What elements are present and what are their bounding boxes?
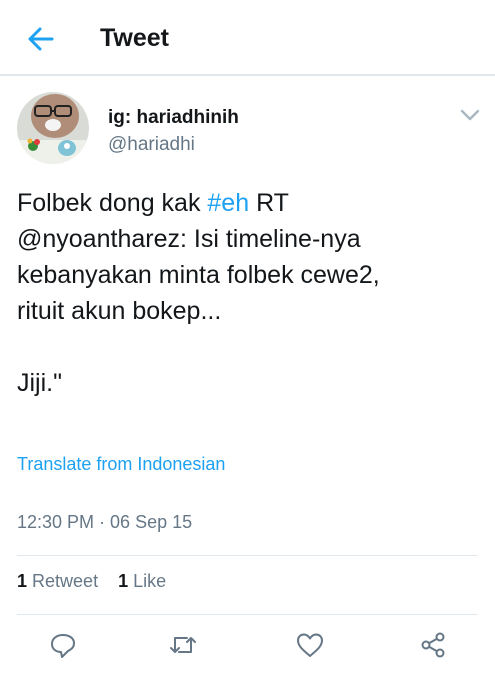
reply-icon bbox=[51, 634, 75, 658]
author-display-name[interactable]: ig: hariadhinih bbox=[108, 107, 239, 129]
tweet-stats: 1 Retweet 1 Like bbox=[17, 571, 166, 592]
arrow-left-icon bbox=[28, 27, 54, 51]
back-button[interactable] bbox=[24, 22, 58, 56]
app-header: Tweet bbox=[0, 0, 495, 76]
author-username[interactable]: @hariadhi bbox=[108, 134, 195, 156]
hashtag-link[interactable]: #eh bbox=[207, 189, 249, 217]
tweet-actions bbox=[0, 630, 495, 666]
share-button[interactable] bbox=[418, 630, 448, 660]
retweets-stat[interactable]: 1 Retweet bbox=[17, 571, 98, 591]
chevron-down-icon bbox=[460, 109, 480, 121]
tweet-options-button[interactable] bbox=[456, 104, 484, 126]
retweet-button[interactable] bbox=[168, 630, 198, 660]
tweet-text: Folbek dong kak #eh RT @nyoantharez: Isi… bbox=[17, 189, 380, 397]
retweet-icon bbox=[170, 637, 196, 653]
translate-link[interactable]: Translate from Indonesian bbox=[17, 454, 225, 475]
divider bbox=[17, 555, 478, 556]
page-title: Tweet bbox=[100, 24, 169, 52]
reply-button[interactable] bbox=[48, 630, 78, 660]
avatar[interactable] bbox=[17, 92, 89, 164]
divider bbox=[17, 614, 478, 615]
tweet-timestamp: 12:30 PM · 06 Sep 15 bbox=[17, 512, 193, 532]
share-icon bbox=[421, 632, 445, 658]
likes-stat[interactable]: 1 Like bbox=[118, 571, 166, 591]
like-icon bbox=[297, 633, 323, 657]
like-button[interactable] bbox=[295, 630, 325, 660]
